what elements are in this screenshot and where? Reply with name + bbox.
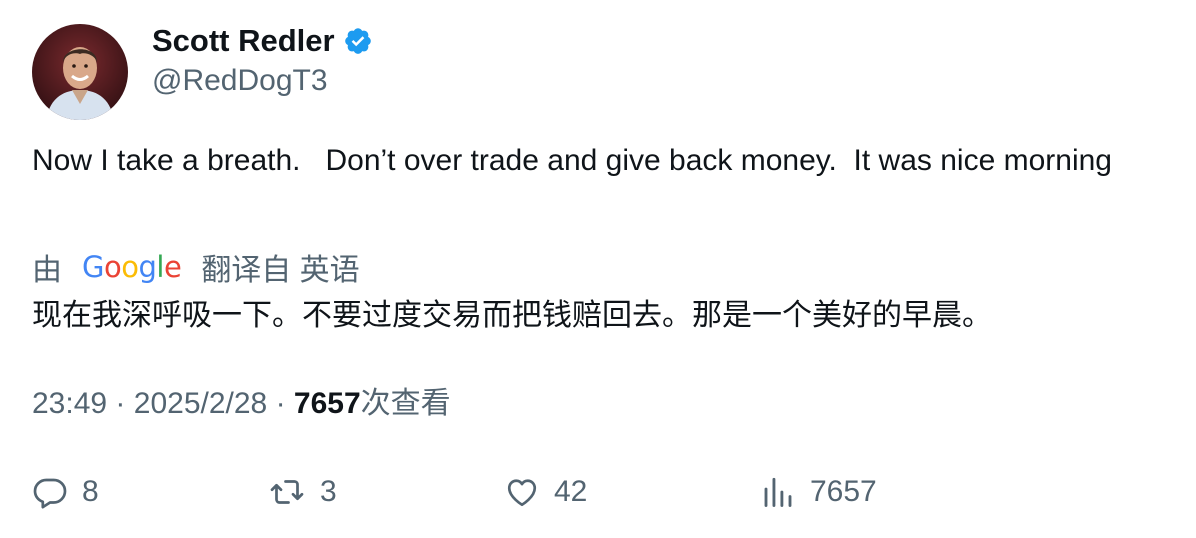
tweet-text: Now I take a breath. Don’t over trade an… bbox=[32, 144, 1112, 177]
views-button[interactable]: 7657 bbox=[760, 470, 877, 514]
author-name[interactable]: Scott Redler bbox=[152, 22, 373, 60]
meta-separator: · bbox=[275, 387, 286, 420]
tweet-date[interactable]: 2025/2/28 bbox=[134, 387, 267, 420]
like-count: 42 bbox=[554, 475, 588, 508]
tweet-time[interactable]: 23:49 bbox=[32, 387, 107, 420]
google-logo-letter: g bbox=[138, 250, 157, 284]
translation-from-label: 翻译自 英语 bbox=[201, 254, 360, 287]
avatar-image bbox=[32, 24, 128, 120]
reply-button[interactable]: 8 bbox=[32, 470, 99, 514]
translation-by-label: 由 bbox=[32, 254, 62, 287]
meta-separator: · bbox=[115, 387, 126, 420]
heart-icon[interactable] bbox=[504, 474, 540, 510]
google-logo-letter: l bbox=[156, 250, 164, 284]
google-logo-letter: o bbox=[121, 250, 139, 284]
views-action-count: 7657 bbox=[810, 475, 877, 508]
google-logo-letter: e bbox=[163, 250, 182, 284]
views-count: 7657 bbox=[293, 387, 361, 420]
tweet-meta: 23:49 · 2025/2/28 · 7657次查看 bbox=[32, 384, 451, 424]
retweet-button[interactable]: 3 bbox=[268, 470, 337, 514]
google-logo-letter: G bbox=[82, 250, 104, 284]
views-icon[interactable] bbox=[760, 474, 796, 510]
verified-badge-icon[interactable] bbox=[343, 26, 373, 56]
retweet-icon[interactable] bbox=[268, 474, 306, 510]
like-button[interactable]: 42 bbox=[504, 470, 587, 514]
author-name-text[interactable]: Scott Redler bbox=[152, 22, 335, 60]
google-logo-letter: o bbox=[103, 250, 122, 284]
reply-count: 8 bbox=[82, 475, 99, 508]
views-label: 次查看 bbox=[360, 387, 451, 420]
avatar[interactable] bbox=[32, 24, 128, 120]
reply-icon[interactable] bbox=[32, 474, 68, 510]
google-logo: Google bbox=[82, 250, 182, 284]
translation-attribution: 由 Google 翻译自 英语 bbox=[32, 246, 360, 288]
retweet-count: 3 bbox=[320, 475, 337, 508]
translated-text: 现在我深呼吸一下。不要过度交易而把钱赔回去。那是一个美好的早晨。 bbox=[32, 299, 992, 332]
author-handle[interactable]: @RedDogT3 bbox=[152, 62, 328, 100]
